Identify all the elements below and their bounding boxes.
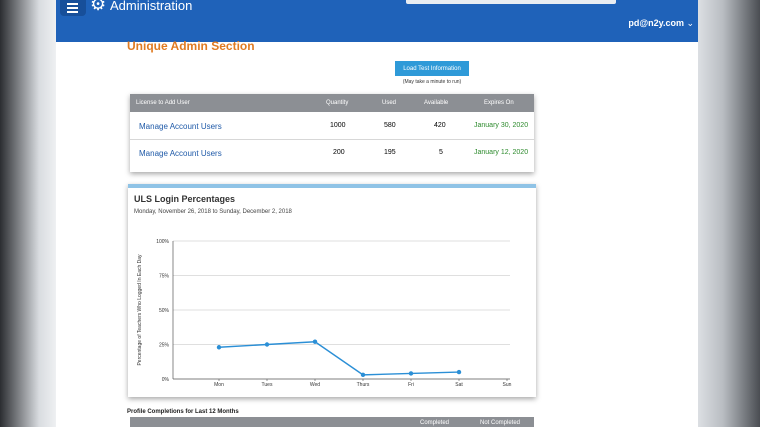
data-point bbox=[456, 369, 462, 375]
x-tick-label: Fri bbox=[408, 382, 414, 388]
expires-cell: January 12, 2020 bbox=[474, 149, 529, 156]
x-tick-label: Sun bbox=[503, 382, 512, 388]
license-table-header: License to Add User Quantity Used Availa… bbox=[130, 94, 534, 112]
column-header: License to Add User bbox=[136, 100, 190, 106]
chart-subtitle: Monday, November 26, 2018 to Sunday, Dec… bbox=[134, 209, 292, 215]
column-header: Quantity bbox=[326, 100, 349, 106]
load-note: (May take a minute to run) bbox=[402, 79, 462, 85]
user-account-menu[interactable]: pd@n2y.com bbox=[628, 18, 684, 28]
x-tick-label: Tues bbox=[262, 382, 273, 388]
available-cell: 5 bbox=[439, 149, 443, 156]
quantity-cell: 1000 bbox=[330, 122, 346, 129]
x-tick-label: Wed bbox=[310, 382, 320, 388]
column-header: Not Completed bbox=[480, 420, 521, 426]
page-title: Unique Admin Section bbox=[127, 39, 255, 53]
y-axis-label: Percentage of Teachers Who Logged In Eac… bbox=[137, 254, 143, 366]
available-cell: 420 bbox=[434, 122, 446, 129]
hamburger-menu-button[interactable] bbox=[60, 0, 86, 16]
gear-icon: ⚙ bbox=[90, 0, 107, 14]
used-cell: 195 bbox=[384, 149, 396, 156]
load-test-information-button[interactable]: Load Test Information bbox=[395, 61, 469, 76]
data-point bbox=[360, 372, 366, 378]
x-tick-label: Thurs bbox=[357, 382, 370, 388]
column-header: Used bbox=[382, 100, 397, 106]
column-header: Completed bbox=[420, 420, 450, 426]
y-tick-label: 50% bbox=[159, 308, 170, 314]
chart-title: ULS Login Percentages bbox=[134, 194, 236, 204]
menu-line-icon bbox=[67, 11, 78, 13]
license-table: License to Add User Quantity Used Availa… bbox=[130, 94, 534, 172]
profile-section-title: Profile Completions for Last 12 Months bbox=[127, 409, 239, 415]
monitor-right-edge bbox=[698, 0, 760, 427]
y-tick-label: 0% bbox=[162, 377, 170, 383]
y-tick-label: 25% bbox=[159, 343, 170, 349]
top-bar-field[interactable] bbox=[406, 0, 616, 4]
menu-line-icon bbox=[67, 3, 78, 5]
manage-account-users-link[interactable]: Manage Account Users bbox=[139, 149, 222, 158]
x-tick-label: Sat bbox=[455, 382, 463, 388]
chevron-down-icon[interactable]: ⌄ bbox=[686, 18, 694, 29]
data-point bbox=[216, 345, 222, 350]
data-point bbox=[264, 342, 270, 347]
data-point bbox=[312, 339, 318, 344]
y-tick-label: 75% bbox=[159, 274, 170, 280]
menu-line-icon bbox=[67, 7, 78, 9]
manage-account-users-link[interactable]: Manage Account Users bbox=[139, 122, 222, 131]
login-chart-card: ULS Login Percentages Monday, November 2… bbox=[128, 184, 536, 397]
browser-viewport: ⚙ Administration pd@n2y.com ⌄ Unique Adm… bbox=[56, 0, 698, 427]
x-tick-label: Mon bbox=[214, 382, 224, 388]
quantity-cell: 200 bbox=[333, 149, 345, 156]
expires-cell: January 30, 2020 bbox=[474, 122, 529, 129]
y-tick-label: 100% bbox=[156, 239, 169, 245]
login-line-chart: 0% 25% 50% 75% 100% Percentage of Teachers Wh… bbox=[137, 239, 512, 388]
table-row: Manage Account Users 1000 580 420 Januar… bbox=[130, 113, 534, 140]
column-header: Available bbox=[424, 100, 449, 106]
monitor-left-edge bbox=[0, 0, 56, 427]
app-title: Administration bbox=[110, 0, 193, 13]
table-row: Manage Account Users 200 195 5 January 1… bbox=[130, 140, 534, 166]
data-point bbox=[408, 371, 414, 376]
top-navigation-bar: ⚙ Administration pd@n2y.com ⌄ bbox=[56, 0, 698, 42]
profile-table-header: Completed Not Completed bbox=[130, 417, 534, 427]
used-cell: 580 bbox=[384, 122, 396, 129]
series-line bbox=[218, 341, 460, 376]
column-header: Expires On bbox=[484, 100, 514, 106]
